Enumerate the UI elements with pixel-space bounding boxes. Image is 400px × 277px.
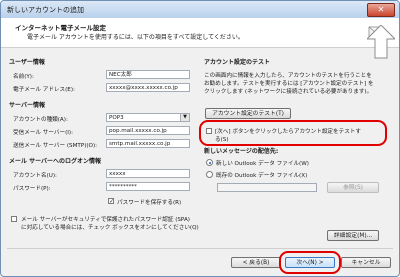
account-dialog-window: 新しいアカウントの追加 ✕ インターネット電子メール設定 電子メール アカウント… xyxy=(0,0,400,277)
test-section: アカウント設定のテスト xyxy=(204,59,271,66)
remember-password-checkbox[interactable]: ✓ xyxy=(108,198,114,205)
password-input[interactable]: ********** xyxy=(106,182,190,191)
cancel-button[interactable]: キャンセル xyxy=(341,257,391,268)
header-title: インターネット電子メール設定 xyxy=(15,24,106,32)
test-desc-line2: お勧めします。テストを実行するには [アカウント設定のテスト] を xyxy=(204,81,374,87)
close-button[interactable]: ✕ xyxy=(367,3,395,17)
header-subtitle: 電子メール アカウントを使用するには、以下の項目をすべて設定してください。 xyxy=(27,34,244,41)
name-label: 名前(Y): xyxy=(13,74,34,80)
data-file-path-input[interactable] xyxy=(217,183,317,192)
dialog-header: インターネット電子メール設定 電子メール アカウントを使用するには、以下の項目を… xyxy=(1,18,399,48)
spa-label-line1: メール サーバーがセキュリティで保護されたパスワード認証 (SPA) xyxy=(21,217,190,223)
more-settings-button[interactable]: 詳細設定(M)... xyxy=(327,230,379,241)
outgoing-server-input[interactable]: smtp.mail.xxxxx.co.jp xyxy=(106,139,190,148)
new-data-file-radio[interactable] xyxy=(206,159,213,166)
existing-data-file-label: 既存の Outlook データ ファイル(X) xyxy=(216,173,308,179)
next-button-highlight xyxy=(279,251,341,274)
user-info-section: ユーザー情報 xyxy=(9,59,45,66)
name-input[interactable]: NEC太郎 xyxy=(106,70,190,79)
account-name-label: アカウント名(U): xyxy=(13,173,57,179)
email-input[interactable]: xxxxx@xxxx.xxxxx.co.jp xyxy=(106,83,190,92)
test-desc-line1: この画面内に情報を入力したら、アカウントのテストを行うことを xyxy=(204,73,372,79)
email-label: 電子メール アドレス(E): xyxy=(13,87,75,93)
account-type-label: アカウントの種類(A): xyxy=(13,117,68,123)
incoming-server-input[interactable]: pop.mail.xxxxx.co.jp xyxy=(106,126,190,135)
server-info-section: サーバー情報 xyxy=(9,102,45,109)
spa-label-line2: に対応している場合には、チェック ボックスをオンにしてください(Q) xyxy=(21,225,199,231)
remember-password-label: パスワードを保存する(R) xyxy=(117,200,182,206)
back-button[interactable]: < 戻る(B) xyxy=(231,257,281,268)
window-title: 新しいアカウントの追加 xyxy=(7,6,84,14)
chevron-down-icon: ▼ xyxy=(180,114,189,121)
test-desc-line3: クリックします (ネットワークに接続されている必要があります)。 xyxy=(204,89,373,95)
browse-button[interactable]: 参照(S) xyxy=(327,182,379,193)
spa-checkbox[interactable] xyxy=(11,216,17,222)
account-type-value: POP3 xyxy=(109,115,124,121)
test-account-settings-button[interactable]: アカウント設定のテスト(T) xyxy=(205,108,291,119)
new-data-file-label: 新しい Outlook データ ファイル(W) xyxy=(216,161,309,167)
title-bar[interactable]: 新しいアカウントの追加 ✕ xyxy=(1,1,399,18)
footer-divider xyxy=(7,248,393,249)
logon-info-section: メール サーバーへのログオン情報 xyxy=(9,158,102,165)
account-name-input[interactable]: xxxxx xyxy=(106,169,190,178)
account-type-select[interactable]: POP3 ▼ xyxy=(106,113,190,122)
password-label: パスワード(P): xyxy=(13,186,51,192)
outgoing-server-label: 送信メール サーバー (SMTP)(O): xyxy=(13,143,98,149)
incoming-server-label: 受信メール サーバー(I): xyxy=(13,130,73,136)
existing-data-file-radio[interactable] xyxy=(206,171,213,178)
delivery-section: 新しいメッセージの配信先: xyxy=(204,148,279,155)
auto-test-highlight xyxy=(199,120,387,146)
pointer-arrow-icon xyxy=(367,25,395,59)
